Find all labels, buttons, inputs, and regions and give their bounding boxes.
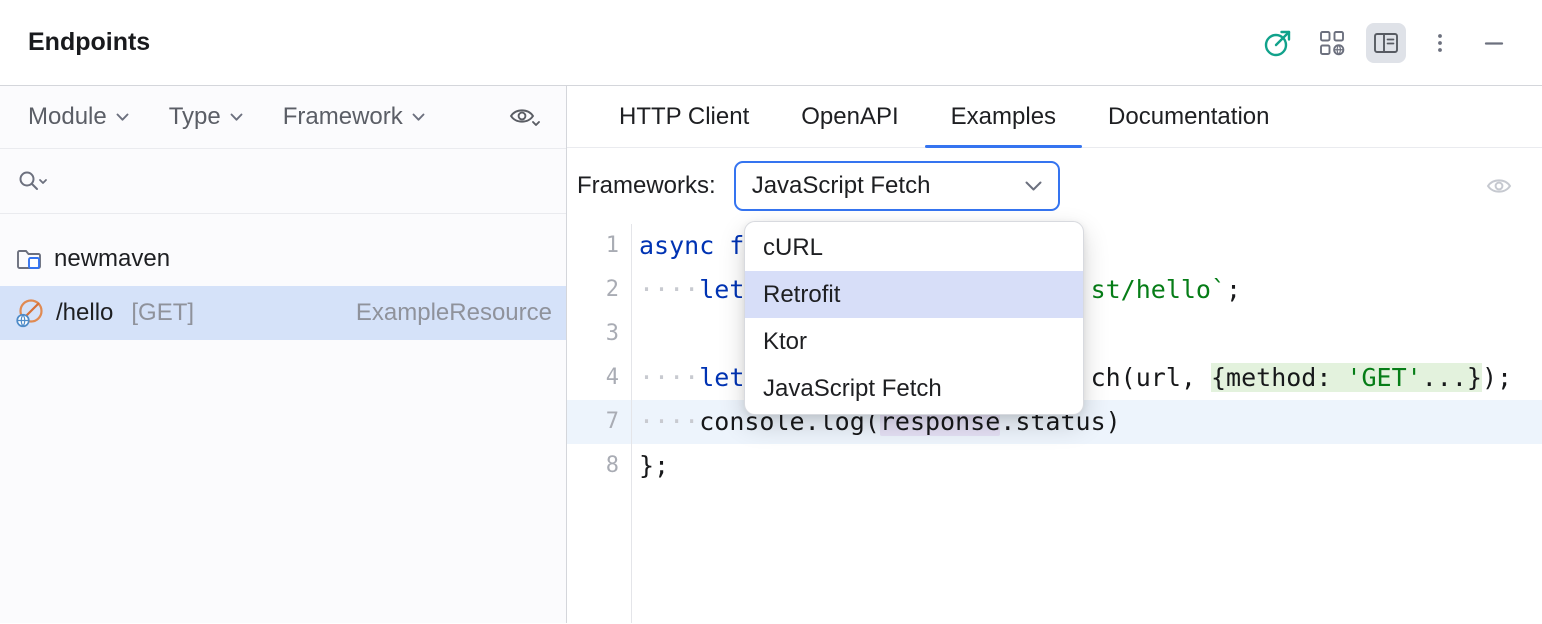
- line-number: 2: [567, 268, 631, 312]
- code-segment-plain: );: [1482, 363, 1512, 392]
- line-number: 7: [567, 400, 631, 444]
- code-segment-ws: ····: [639, 275, 699, 304]
- dropdown-item-retrofit[interactable]: Retrofit: [745, 271, 1083, 318]
- code-segment-fold: ...}: [1422, 363, 1482, 392]
- visibility-filter-eye-icon[interactable]: [508, 103, 542, 131]
- module-icon: [14, 244, 44, 274]
- code-segment-ws: ····: [639, 407, 699, 436]
- filter-label: Type: [169, 103, 221, 131]
- code-segment-kw: async f: [639, 231, 744, 260]
- code-line: };: [633, 444, 1542, 488]
- endpoints-tool-window: Endpoints Module Type Framework: [0, 0, 1542, 624]
- tab-documentation[interactable]: Documentation: [1082, 86, 1295, 147]
- resource-class-label: ExampleResource: [356, 299, 552, 327]
- filter-module[interactable]: Module: [28, 103, 129, 131]
- code-segment-kw: let: [699, 363, 744, 392]
- titlebar-icons: [1258, 23, 1514, 63]
- editor-gutter: 123478: [567, 224, 632, 623]
- tab-examples[interactable]: Examples: [925, 86, 1082, 147]
- filter-bar: Module Type Framework: [0, 86, 566, 149]
- code-segment-plain: ;: [1226, 275, 1241, 304]
- endpoint-details-panel: HTTP ClientOpenAPIExamplesDocumentation …: [567, 86, 1542, 623]
- filter-framework[interactable]: Framework: [283, 103, 425, 131]
- http-method-badge: [GET]: [131, 299, 194, 327]
- frameworks-row: Frameworks: JavaScript Fetch: [567, 148, 1542, 224]
- tree-row-newmaven[interactable]: newmaven: [0, 232, 566, 286]
- search-icon: [16, 167, 52, 195]
- toggle-details-icon[interactable]: [1366, 23, 1406, 63]
- combobox-value: JavaScript Fetch: [752, 172, 931, 200]
- chevron-down-icon: [412, 113, 425, 122]
- line-number: 4: [567, 356, 631, 400]
- code-segment-kw: let: [699, 275, 744, 304]
- chevron-down-icon: [230, 113, 243, 122]
- tab-openapi[interactable]: OpenAPI: [775, 86, 924, 147]
- line-number: 8: [567, 444, 631, 488]
- code-segment-fold-str: 'GET': [1346, 363, 1421, 392]
- tab-http-client[interactable]: HTTP Client: [593, 86, 775, 147]
- code-segment-plain: };: [639, 451, 669, 480]
- more-options-icon[interactable]: [1420, 23, 1460, 63]
- chevron-down-icon: [1025, 181, 1042, 192]
- endpoints-sidebar: Module Type Framework newmaven/hello [GET] E…: [0, 86, 567, 623]
- endpoints-tree: newmaven/hello [GET] ExampleResource: [0, 214, 566, 340]
- filter-type[interactable]: Type: [169, 103, 243, 131]
- preview-eye-icon[interactable]: [1484, 173, 1516, 199]
- code-segment-str: st/hello`: [1091, 275, 1226, 304]
- dropdown-item-curl[interactable]: cURL: [745, 224, 1083, 271]
- code-segment-plain: ch(url,: [1091, 363, 1211, 392]
- search-field[interactable]: [0, 149, 566, 214]
- endpoint-icon: [14, 297, 46, 329]
- code-segment-ws: ····: [639, 363, 699, 392]
- group-by-modules-icon[interactable]: [1312, 23, 1352, 63]
- dropdown-item-ktor[interactable]: Ktor: [745, 318, 1083, 365]
- tree-row-label: newmaven: [54, 245, 170, 273]
- minimize-icon[interactable]: [1474, 23, 1514, 63]
- filter-label: Framework: [283, 103, 403, 131]
- chevron-down-icon: [116, 113, 129, 122]
- endpoints-target-icon[interactable]: [1258, 23, 1298, 63]
- tree-row-hello[interactable]: /hello [GET] ExampleResource: [0, 286, 566, 340]
- line-number: 1: [567, 224, 631, 268]
- titlebar: Endpoints: [0, 0, 1542, 86]
- frameworks-combobox[interactable]: JavaScript Fetch: [734, 161, 1060, 211]
- code-segment-fold: {method:: [1211, 363, 1346, 392]
- details-tabs: HTTP ClientOpenAPIExamplesDocumentation: [567, 86, 1542, 148]
- frameworks-label: Frameworks:: [577, 172, 716, 200]
- tree-row-label: /hello: [56, 299, 113, 327]
- frameworks-dropdown-popup: cURLRetrofitKtorJavaScript Fetch: [744, 221, 1084, 415]
- page-title: Endpoints: [28, 28, 150, 57]
- dropdown-item-javascript-fetch[interactable]: JavaScript Fetch: [745, 365, 1083, 412]
- line-number: 3: [567, 312, 631, 356]
- filter-label: Module: [28, 103, 107, 131]
